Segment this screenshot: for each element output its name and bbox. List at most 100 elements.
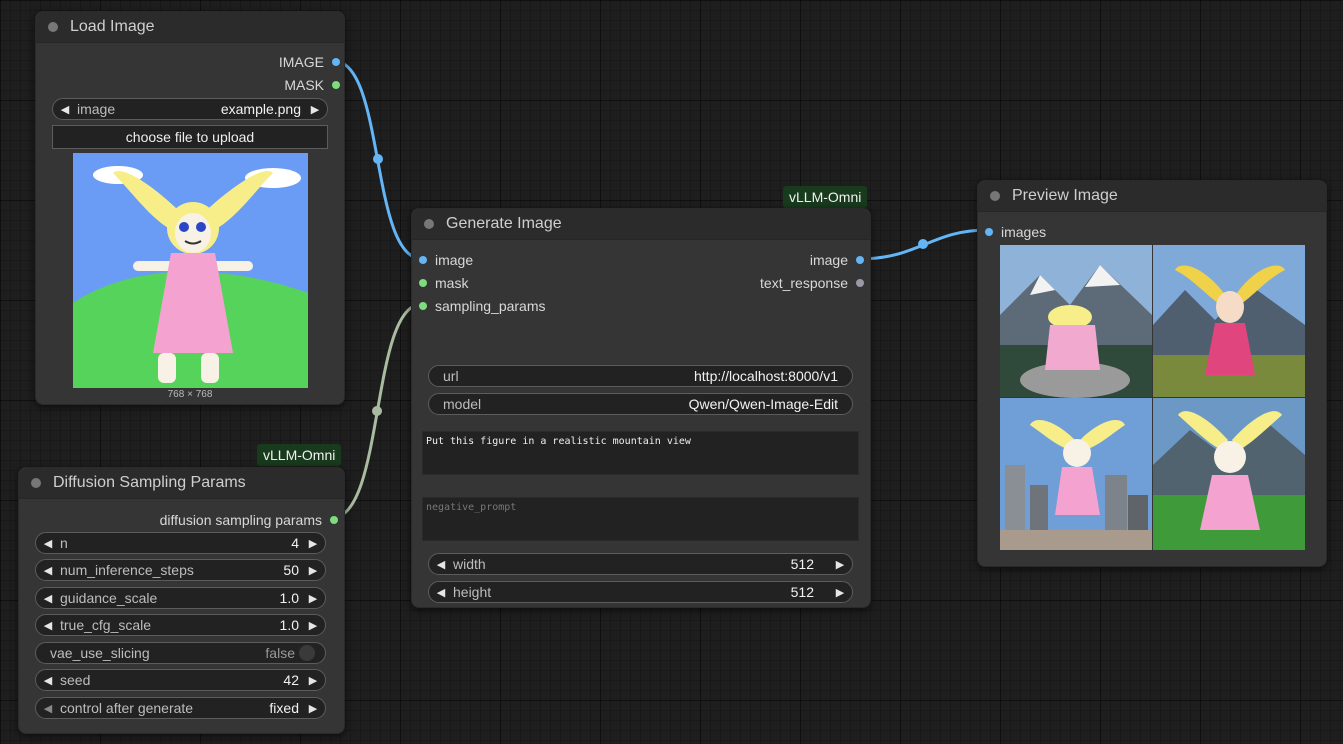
widget-value: 42 (283, 672, 299, 688)
widget-control-after-generate[interactable]: ◀ control after generate fixed ▶ (35, 697, 326, 719)
slot-dot-icon[interactable] (330, 516, 338, 524)
input-slot-images[interactable]: images (985, 223, 1046, 241)
arrow-right-icon[interactable]: ▶ (307, 592, 319, 605)
widget-label: guidance_scale (60, 590, 158, 606)
width-widget[interactable]: ◀ width 512 ▶ (428, 553, 853, 575)
toggle-vae-use-slicing[interactable]: vae_use_slicing false (35, 642, 326, 664)
node-header[interactable]: Generate Image (412, 209, 870, 240)
preview-thumbnail-1 (1000, 245, 1152, 398)
url-field[interactable]: url http://localhost:8000/v1 (428, 365, 853, 387)
arrow-left-icon[interactable]: ◀ (42, 702, 54, 715)
slot-dot-icon[interactable] (332, 81, 340, 89)
slot-dot-icon[interactable] (856, 256, 864, 264)
collapse-dot-icon[interactable] (424, 219, 434, 229)
slot-dot-icon[interactable] (985, 228, 993, 236)
toggle-switch-icon[interactable] (299, 645, 315, 661)
image-select-widget[interactable]: ◀ image example.png ▶ (52, 98, 328, 120)
slot-dot-icon[interactable] (419, 302, 427, 310)
image-dimensions: 768 × 768 (167, 389, 213, 400)
input-slot-sampling-params[interactable]: sampling_params (419, 297, 546, 315)
arrow-right-icon[interactable]: ▶ (307, 674, 319, 687)
widget-value: 512 (790, 556, 814, 572)
prompt-textarea[interactable]: Put this figure in a realistic mountain … (422, 431, 859, 475)
negative-prompt-textarea[interactable]: negative_prompt (422, 497, 859, 541)
widget-value: example.png (220, 101, 301, 117)
arrow-right-icon[interactable]: ▶ (307, 537, 319, 550)
output-slot-text-response[interactable]: text_response (760, 274, 864, 292)
widget-value: 1.0 (279, 590, 299, 606)
arrow-left-icon[interactable]: ◀ (435, 558, 447, 571)
arrow-left-icon[interactable]: ◀ (59, 103, 71, 116)
model-field[interactable]: model Qwen/Qwen-Image-Edit (428, 393, 853, 415)
preview-thumbnail-2 (1153, 245, 1305, 397)
slot-dot-icon[interactable] (856, 279, 864, 287)
widget-num-inference-steps[interactable]: ◀ num_inference_steps 50 ▶ (35, 559, 326, 581)
node-header[interactable]: Preview Image (978, 181, 1326, 212)
widget-label: model (443, 396, 482, 412)
widget-label: true_cfg_scale (60, 617, 152, 633)
widget-value: fixed (269, 700, 299, 716)
widget-label: url (443, 368, 459, 384)
node-badge: vLLM-Omni (783, 186, 868, 208)
input-label: image (435, 252, 474, 268)
input-label: mask (435, 275, 469, 291)
widget-label: width (453, 556, 486, 572)
slot-dot-icon[interactable] (332, 58, 340, 66)
widget-value: 4 (291, 535, 299, 551)
arrow-right-icon[interactable]: ▶ (834, 558, 846, 571)
output-label: image (809, 252, 848, 268)
output-label: diffusion sampling params (159, 512, 322, 528)
output-label: IMAGE (278, 54, 324, 70)
widget-label: image (77, 101, 116, 117)
node-title: Preview Image (1012, 187, 1118, 204)
generate-image-node[interactable]: Generate Image image mask sampling_param… (411, 208, 871, 608)
widget-guidance-scale[interactable]: ◀ guidance_scale 1.0 ▶ (35, 587, 326, 609)
output-slot-sampling-params[interactable]: diffusion sampling params (160, 511, 338, 529)
input-slot-image[interactable]: image (419, 251, 473, 269)
widget-value: http://localhost:8000/v1 (694, 368, 838, 384)
preview-image-node[interactable]: Preview Image images (977, 180, 1327, 567)
node-header[interactable]: Diffusion Sampling Params (19, 468, 344, 499)
arrow-left-icon[interactable]: ◀ (42, 537, 54, 550)
arrow-right-icon[interactable]: ▶ (307, 564, 319, 577)
output-slot-image[interactable]: IMAGE (279, 53, 340, 71)
load-image-node[interactable]: Load Image IMAGE MASK ◀ image example.pn… (35, 11, 345, 405)
node-header[interactable]: Load Image (36, 12, 344, 43)
arrow-left-icon[interactable]: ◀ (42, 619, 54, 632)
arrow-right-icon[interactable]: ▶ (307, 619, 319, 632)
arrow-right-icon[interactable]: ▶ (834, 586, 846, 599)
input-label: images (1001, 224, 1047, 240)
output-slot-mask[interactable]: MASK (284, 76, 340, 94)
collapse-dot-icon[interactable] (31, 478, 41, 488)
diffusion-sampling-params-node[interactable]: Diffusion Sampling Params diffusion samp… (18, 467, 345, 734)
wire-output-image-midpoint (918, 239, 928, 249)
arrow-left-icon[interactable]: ◀ (435, 586, 447, 599)
collapse-dot-icon[interactable] (990, 191, 1000, 201)
widget-true-cfg-scale[interactable]: ◀ true_cfg_scale 1.0 ▶ (35, 614, 326, 636)
slot-dot-icon[interactable] (419, 279, 427, 287)
upload-button[interactable]: choose file to upload (52, 125, 328, 149)
arrow-left-icon[interactable]: ◀ (42, 592, 54, 605)
widget-n[interactable]: ◀ n 4 ▶ (35, 532, 326, 554)
input-slot-mask[interactable]: mask (419, 274, 468, 292)
preview-image-grid (1000, 245, 1305, 550)
node-title: Diffusion Sampling Params (53, 474, 246, 491)
node-title: Generate Image (446, 215, 562, 232)
collapse-dot-icon[interactable] (48, 22, 58, 32)
slot-dot-icon[interactable] (419, 256, 427, 264)
widget-seed[interactable]: ◀ seed 42 ▶ (35, 669, 326, 691)
input-label: sampling_params (435, 298, 546, 314)
preview-thumbnail-4 (1153, 398, 1305, 550)
widget-value: 1.0 (279, 617, 299, 633)
widget-label: vae_use_slicing (50, 645, 150, 661)
arrow-right-icon[interactable]: ▶ (307, 702, 319, 715)
height-widget[interactable]: ◀ height 512 ▶ (428, 581, 853, 603)
arrow-left-icon[interactable]: ◀ (42, 674, 54, 687)
widget-value: false (265, 645, 295, 661)
arrow-right-icon[interactable]: ▶ (309, 103, 321, 116)
preview-thumbnail-3 (1000, 398, 1152, 550)
output-slot-image[interactable]: image (810, 251, 864, 269)
widget-label: height (453, 584, 492, 600)
arrow-left-icon[interactable]: ◀ (42, 564, 54, 577)
widget-label: num_inference_steps (60, 562, 194, 578)
